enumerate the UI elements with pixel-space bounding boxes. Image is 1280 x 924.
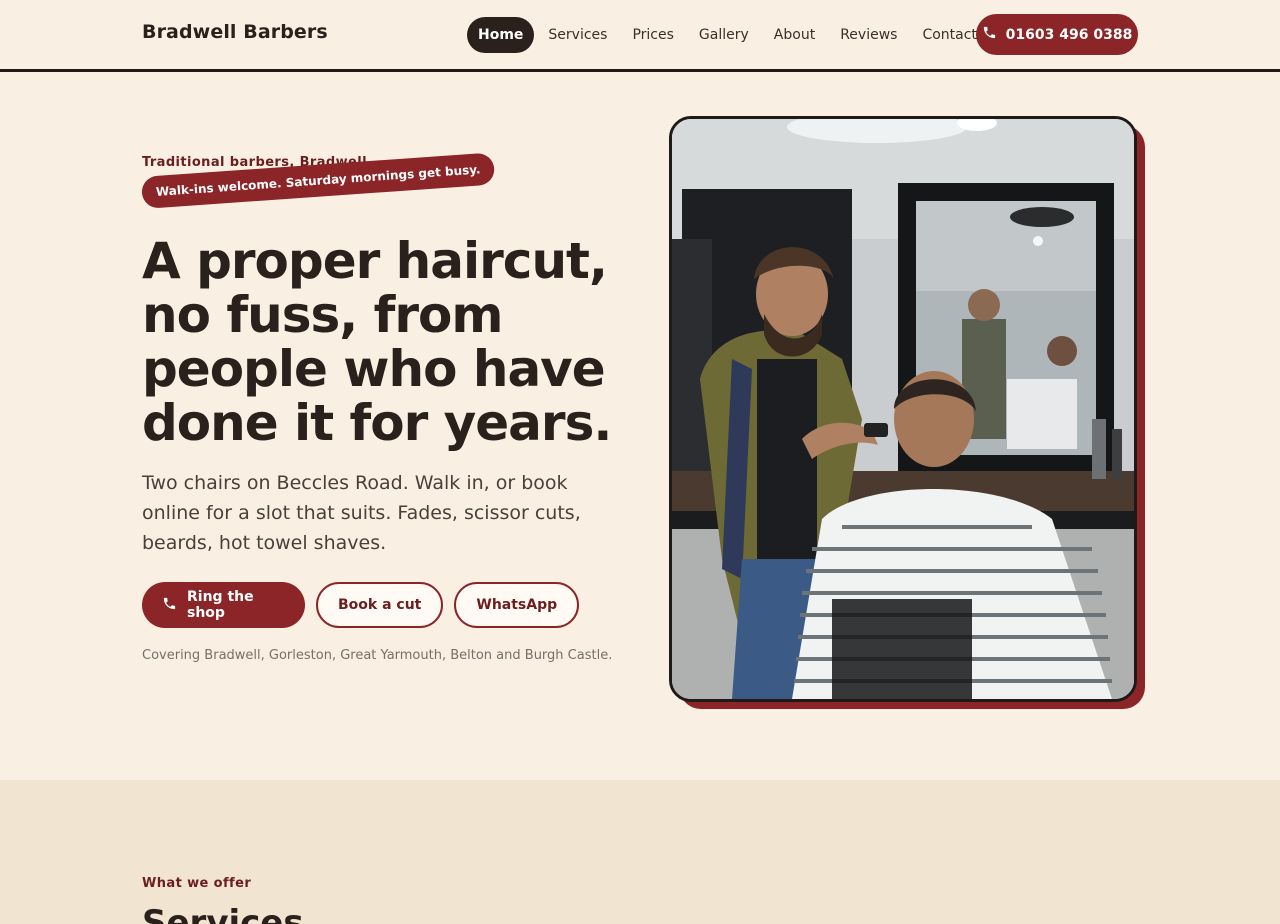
phone-icon <box>982 25 997 44</box>
ring-shop-button[interactable]: Ring the shop <box>142 582 305 628</box>
nav-gallery[interactable]: Gallery <box>688 17 760 53</box>
main-nav: Home Services Prices Gallery About Revie… <box>467 17 991 53</box>
ring-shop-label: Ring the shop <box>187 589 254 621</box>
nav-about[interactable]: About <box>763 17 826 53</box>
hero-headline: A proper haircut, no fuss, from people w… <box>142 232 612 452</box>
coverage-note: Covering Bradwell, Gorleston, Great Yarm… <box>142 648 613 663</box>
services-title: Services <box>142 903 304 924</box>
whatsapp-button[interactable]: WhatsApp <box>454 582 580 628</box>
brand-logo[interactable]: Bradwell Barbers <box>142 21 328 43</box>
header-phone-button[interactable]: 01603 496 0388 <box>976 14 1138 55</box>
nav-home[interactable]: Home <box>467 17 535 53</box>
site-header: Bradwell Barbers Home Services Prices Ga… <box>0 0 1280 72</box>
book-cut-button[interactable]: Book a cut <box>316 582 444 628</box>
services-eyebrow: What we offer <box>142 876 252 891</box>
header-phone-label: 01603 496 0388 <box>1005 26 1133 43</box>
nav-prices[interactable]: Prices <box>621 17 684 53</box>
nav-reviews[interactable]: Reviews <box>829 17 908 53</box>
hero-intro: Two chairs on Beccles Road. Walk in, or … <box>142 472 581 554</box>
nav-services[interactable]: Services <box>537 17 618 53</box>
hero-photo <box>669 116 1137 702</box>
hero-actions: Ring the shop Book a cut WhatsApp <box>142 582 580 628</box>
phone-icon <box>162 596 177 615</box>
